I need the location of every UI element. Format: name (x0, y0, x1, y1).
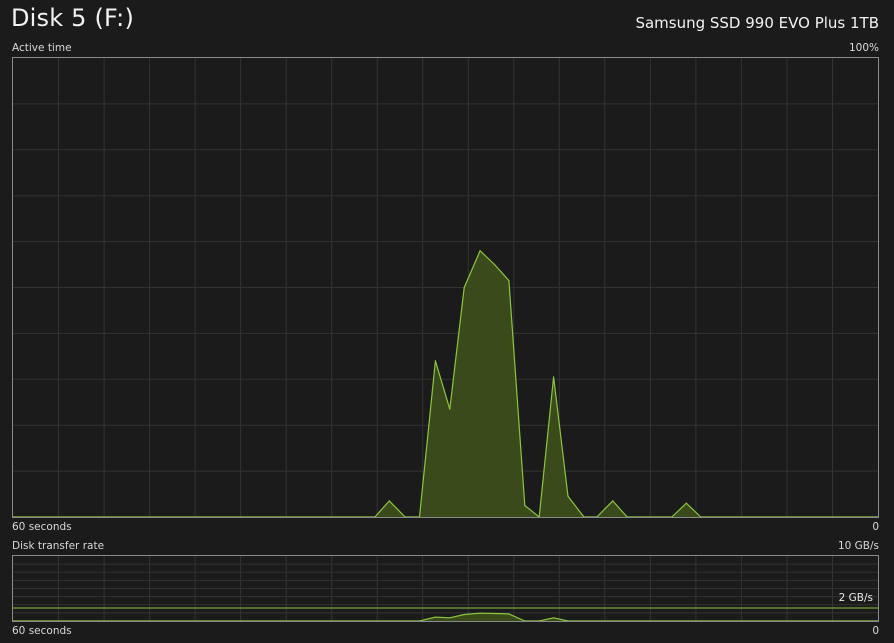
data-point (685, 502, 687, 504)
active-time-min-label: 0 (872, 521, 879, 533)
active-time-span-label: 60 seconds (12, 521, 72, 533)
data-point (567, 495, 569, 497)
data-point (463, 286, 465, 289)
transfer-rate-graph-svg (13, 556, 878, 621)
data-point (449, 617, 451, 619)
data-point (493, 612, 496, 615)
disk-title: Disk 5 (F:) (11, 4, 135, 32)
data-point (463, 613, 465, 616)
disk-model-name: Samsung SSD 990 EVO Plus 1TB (635, 14, 879, 32)
grid-lines-1 (13, 556, 878, 621)
series-area-0 (13, 250, 878, 517)
active-time-graph-svg (13, 58, 878, 517)
transfer-rate-max-label: 10 GB/s (837, 540, 879, 552)
active-time-max-label: 100% (848, 42, 879, 54)
data-point (553, 376, 555, 378)
data-point (434, 616, 436, 618)
data-point (508, 613, 510, 615)
data-point (388, 500, 390, 502)
disk-performance-panel: Disk 5 (F:) Samsung SSD 990 EVO Plus 1TB… (0, 0, 894, 643)
data-point (612, 500, 614, 502)
data-point (493, 263, 496, 266)
transfer-rate-label: Disk transfer rate (12, 540, 105, 552)
data-point (553, 617, 555, 619)
transfer-rate-marker-label: 2 GB/s (838, 592, 873, 604)
data-point (479, 612, 481, 614)
transfer-rate-min-label: 0 (872, 625, 879, 637)
data-point (434, 360, 436, 362)
data-point (449, 408, 451, 410)
data-point (524, 504, 526, 507)
transfer-rate-graph: 2 GB/s (12, 555, 879, 622)
data-point (479, 250, 481, 252)
data-point (508, 280, 510, 282)
transfer-rate-span-label: 60 seconds (12, 625, 72, 637)
active-time-graph (12, 57, 879, 518)
active-time-label: Active time (12, 42, 72, 54)
